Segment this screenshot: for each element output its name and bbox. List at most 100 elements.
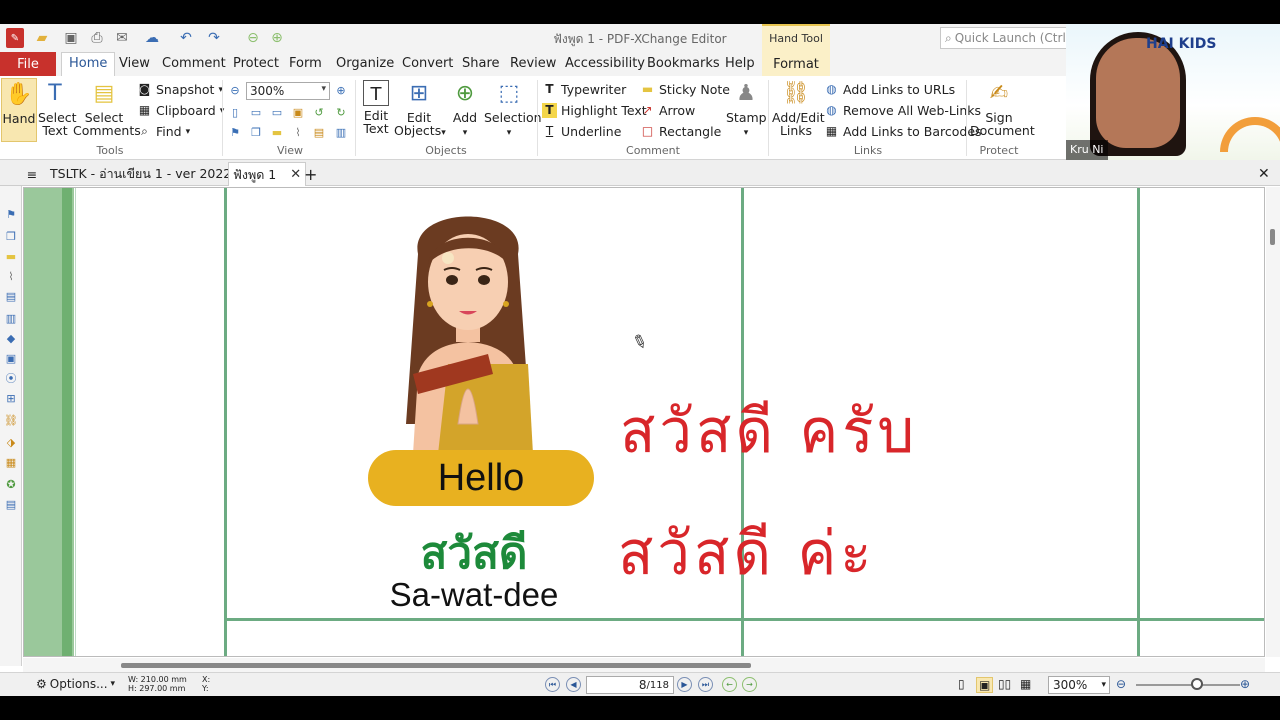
attachments-icon[interactable]: ⌇ <box>291 126 305 140</box>
page-number-field[interactable]: 8 /118 <box>586 676 674 694</box>
undo-icon[interactable]: ↶ <box>178 28 194 48</box>
sticky-note-button[interactable]: ▬ Sticky Note <box>640 82 730 97</box>
tab-view[interactable]: View <box>119 56 150 71</box>
tab-accessibility[interactable]: Accessibility <box>565 56 645 71</box>
status-zoom-select[interactable]: 300% ▾ <box>1048 676 1110 694</box>
fit-page-icon[interactable]: ▭ <box>249 106 263 120</box>
last-page-icon[interactable]: ⏭ <box>698 677 713 692</box>
prev-view-icon[interactable]: ← <box>722 677 737 692</box>
tab-bookmarks[interactable]: Bookmarks <box>647 56 720 71</box>
arrow-button[interactable]: ↗ Arrow <box>640 103 695 118</box>
horizontal-scroll-thumb[interactable] <box>121 663 751 668</box>
next-view-icon[interactable]: → <box>742 677 757 692</box>
tab-list-icon[interactable]: ≡ <box>22 162 42 186</box>
fields-pane-icon[interactable]: ▦ <box>4 456 18 470</box>
links-pane-icon[interactable]: ⛓ <box>4 414 18 428</box>
first-page-icon[interactable]: ⏮ <box>545 677 560 692</box>
stamp-button[interactable]: ♟ Stamp ▾ <box>726 78 767 140</box>
fit-width-icon[interactable]: ▭ <box>270 106 284 120</box>
search-pane-icon[interactable]: ▥ <box>4 312 18 326</box>
tab-form[interactable]: Form <box>289 56 322 71</box>
hand-tool-button[interactable]: ✋ Hand <box>1 78 37 142</box>
zoom-in-icon[interactable]: ⊕ <box>1240 677 1250 691</box>
vertical-scrollbar[interactable] <box>1266 187 1280 657</box>
history-pane-icon[interactable]: ▤ <box>4 498 18 512</box>
vertical-scroll-thumb[interactable] <box>1270 229 1275 245</box>
select-text-button[interactable]: T Select Text <box>38 78 77 137</box>
file-menu-tab[interactable]: File <box>0 52 56 76</box>
add-button[interactable]: ⊕ Add ▾ <box>448 78 482 140</box>
zoom-in-icon[interactable]: ⊕ <box>334 84 348 98</box>
zoom-out-icon[interactable]: ⊖ <box>1116 677 1126 691</box>
add-edit-links-button[interactable]: ⛓ Add/Edit Links <box>772 78 825 137</box>
open-folder-icon[interactable]: ▰ <box>32 28 52 48</box>
zoom-slider[interactable] <box>1136 684 1240 686</box>
fit-visible-icon[interactable]: ▣ <box>291 106 305 120</box>
content-pane-icon[interactable]: ▤ <box>4 290 18 304</box>
add-links-to-urls-button[interactable]: ◍ Add Links to URLs <box>824 82 955 97</box>
tag-pane-icon[interactable]: ⬗ <box>4 436 18 450</box>
find-button[interactable]: ⌕ Find ▾ <box>137 124 190 139</box>
typewriter-button[interactable]: T Typewriter <box>542 82 626 97</box>
tags-pane-icon[interactable]: ⦿ <box>4 372 18 386</box>
prev-page-icon[interactable]: ◀ <box>566 677 581 692</box>
select-comments-button[interactable]: ▤ Select Comments <box>73 78 141 137</box>
print-icon[interactable]: ⎙ <box>88 28 106 48</box>
doc-tab-active[interactable]: ฟังพูด 1 ✕ <box>228 162 307 186</box>
layers-icon[interactable]: ▤ <box>312 126 326 140</box>
edit-objects-button[interactable]: ⊞ Edit Objects▾ <box>394 78 446 140</box>
email-icon[interactable]: ✉ <box>112 28 132 48</box>
tab-format[interactable]: Format <box>762 57 830 72</box>
rotate-left-icon[interactable]: ↺ <box>312 106 326 120</box>
comments-pane-icon[interactable]: ▬ <box>4 250 18 264</box>
signatures-pane-icon[interactable]: ✪ <box>4 478 18 492</box>
bookmarks-pane-icon[interactable]: ⚑ <box>4 208 18 222</box>
tab-home[interactable]: Home <box>61 52 116 77</box>
edit-text-button[interactable]: T Edit Text <box>360 78 392 135</box>
comments-pane-icon[interactable]: ▬ <box>270 126 284 140</box>
save-icon[interactable]: ▣ <box>62 28 80 48</box>
thumbnails-pane-icon[interactable]: ❐ <box>4 230 18 244</box>
tab-convert[interactable]: Convert <box>402 56 453 71</box>
rectangle-button[interactable]: □ Rectangle <box>640 124 721 139</box>
remove-all-web-links-button[interactable]: ◍ Remove All Web-Links <box>824 103 981 118</box>
scan-icon[interactable]: ☁ <box>142 28 162 48</box>
clipboard-button[interactable]: ▦Clipboard▾ <box>137 103 224 118</box>
zoom-out-icon[interactable]: ⊖ <box>228 84 242 98</box>
new-tab-icon[interactable]: + <box>300 162 321 186</box>
horizontal-scrollbar[interactable] <box>23 658 1265 672</box>
selection-button[interactable]: ⬚ Selection ▾ <box>484 78 542 140</box>
continuous-facing-icon[interactable]: ▦ <box>1020 677 1031 691</box>
facing-pages-icon[interactable]: ▯▯ <box>998 677 1011 691</box>
attachments-pane-icon[interactable]: ⌇ <box>4 270 18 284</box>
underline-button[interactable]: T Underline <box>542 124 622 139</box>
document-viewport[interactable]: Hello สวัสดี Sa-wat-dee ✎ สวัสดี ครับ สว… <box>23 187 1265 657</box>
quick-launch-search[interactable]: ⌕ Quick Launch (Ctrl+.) <box>940 27 1070 49</box>
tab-help[interactable]: Help <box>725 56 755 71</box>
redo-icon[interactable]: ↷ <box>206 28 222 48</box>
forward-icon[interactable]: ⊕ <box>268 28 286 48</box>
pages-icon[interactable]: ❐ <box>249 126 263 140</box>
options-button[interactable]: ⚙ Options... ▾ <box>36 677 115 691</box>
rotate-right-icon[interactable]: ↻ <box>334 106 348 120</box>
layers-pane-icon[interactable]: ◆ <box>4 332 18 346</box>
sign-document-button[interactable]: ✍ Sign Document <box>970 78 1035 137</box>
add-links-to-barcodes-button[interactable]: ▦ Add Links to Barcodes <box>824 124 982 139</box>
actual-size-icon[interactable]: ▯ <box>228 106 242 120</box>
tab-comment[interactable]: Comment <box>162 56 226 71</box>
bookmark-icon[interactable]: ⚑ <box>228 126 242 140</box>
back-icon[interactable]: ⊖ <box>244 28 262 48</box>
ribbon-zoom-select[interactable]: 300% ▾ <box>246 82 330 100</box>
highlight-text-button[interactable]: T Highlight Text <box>542 103 647 118</box>
zoom-slider-knob[interactable] <box>1191 678 1203 690</box>
structure-pane-icon[interactable]: ⊞ <box>4 392 18 406</box>
tab-review[interactable]: Review <box>510 56 556 71</box>
tab-share[interactable]: Share <box>462 56 500 71</box>
close-document-icon[interactable]: ✕ <box>1254 162 1274 186</box>
snapshot-button[interactable]: ◙ Snapshot ▾ <box>137 82 223 97</box>
properties-icon[interactable]: ▥ <box>334 126 348 140</box>
tab-organize[interactable]: Organize <box>336 56 394 71</box>
next-page-icon[interactable]: ▶ <box>677 677 692 692</box>
properties-pane-icon[interactable]: ▣ <box>4 352 18 366</box>
continuous-page-icon[interactable]: ▣ <box>976 677 994 693</box>
